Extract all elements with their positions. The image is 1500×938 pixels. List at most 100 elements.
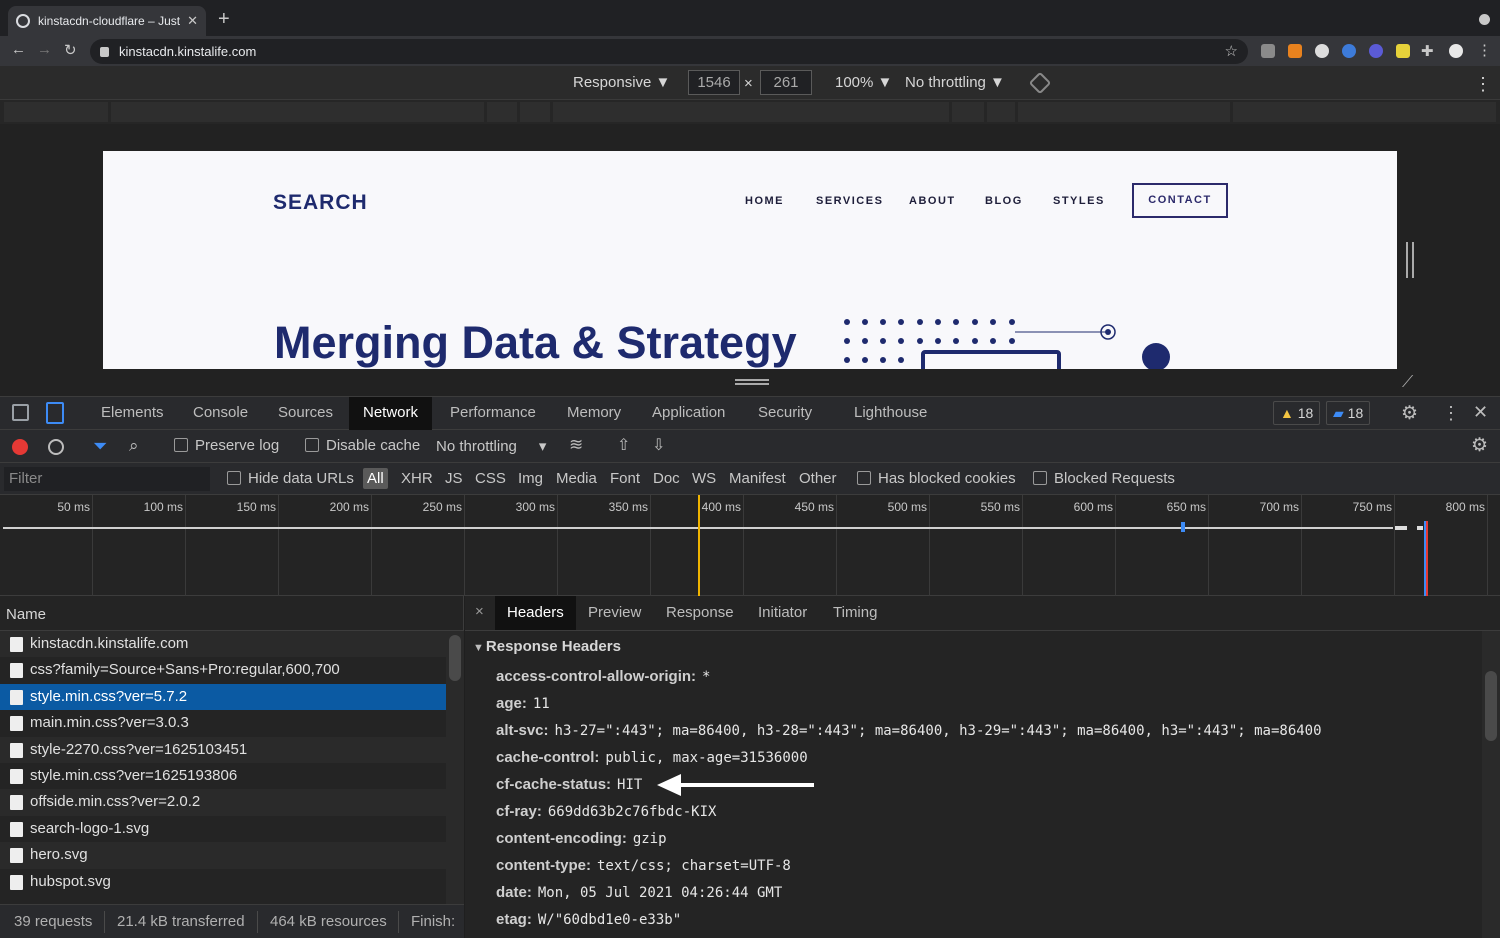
tab-lighthouse[interactable]: Lighthouse <box>840 397 941 430</box>
filter-doc[interactable]: Doc <box>653 470 680 487</box>
scrollbar-thumb[interactable] <box>449 635 461 681</box>
nav-styles[interactable]: STYLES <box>1053 195 1105 207</box>
network-conditions-icon[interactable]: ≋ <box>569 435 583 455</box>
network-throttling-dropdown[interactable]: No throttling ▾ <box>436 437 546 455</box>
grammarly-extension-icon[interactable] <box>1315 44 1329 58</box>
tab-elements[interactable]: Elements <box>87 397 178 430</box>
filter-img[interactable]: Img <box>518 470 543 487</box>
viewport-resize-handle-bottom[interactable] <box>735 379 769 385</box>
media-query-segment[interactable] <box>111 102 484 122</box>
network-timeline-overview[interactable]: 50 ms 100 ms 150 ms 200 ms 250 ms 300 ms… <box>0 495 1500 596</box>
tab-network[interactable]: Network <box>349 397 433 430</box>
camera-extension-icon[interactable] <box>1261 44 1275 58</box>
close-detail-icon[interactable]: × <box>475 603 484 620</box>
request-row[interactable]: css?family=Source+Sans+Pro:regular,600,7… <box>0 657 446 683</box>
tab-console[interactable]: Console <box>179 397 262 430</box>
request-row[interactable]: kinstacdn.kinstalife.com <box>0 631 446 658</box>
blocked-requests-checkbox[interactable]: Blocked Requests <box>1033 470 1175 487</box>
settings-gear-icon[interactable]: ⚙ <box>1401 402 1418 425</box>
media-query-segment[interactable] <box>553 102 949 122</box>
request-row[interactable]: style-2270.css?ver=1625103451 <box>0 736 446 763</box>
has-blocked-cookies-checkbox[interactable]: Has blocked cookies <box>857 470 1016 487</box>
name-column-header[interactable]: Name <box>0 596 464 631</box>
request-row[interactable]: hero.svg <box>0 842 446 869</box>
new-tab-button[interactable]: + <box>218 8 230 31</box>
request-list-scrollbar[interactable] <box>446 631 464 904</box>
device-toolbar-icon[interactable] <box>46 402 64 424</box>
request-row[interactable]: offside.min.css?ver=2.0.2 <box>0 789 446 816</box>
throttling-dropdown[interactable]: No throttling ▼ <box>905 74 1005 91</box>
nav-blog[interactable]: BLOG <box>985 195 1023 207</box>
tab-preview[interactable]: Preview <box>576 596 653 630</box>
forward-icon[interactable]: → <box>37 41 52 58</box>
request-row[interactable]: hubspot.svg <box>0 869 446 895</box>
tab-performance[interactable]: Performance <box>436 397 550 430</box>
filter-input[interactable]: Filter <box>4 467 210 491</box>
request-row-selected[interactable]: style.min.css?ver=5.7.2 <box>0 683 446 711</box>
filter-all[interactable]: All <box>363 468 388 489</box>
filter-js[interactable]: JS <box>445 470 463 487</box>
contact-button[interactable]: CONTACT <box>1132 183 1228 218</box>
resize-corner-icon[interactable]: ⟋ <box>1402 374 1413 392</box>
tab-sources[interactable]: Sources <box>264 397 347 430</box>
vpn-extension-icon[interactable] <box>1342 44 1356 58</box>
bookmark-star-icon[interactable]: ☆ <box>1225 42 1238 60</box>
browser-tab[interactable]: kinstacdn-cloudflare – Just an... ✕ <box>8 6 206 36</box>
tab-timing[interactable]: Timing <box>821 596 889 630</box>
filter-ws[interactable]: WS <box>692 470 716 487</box>
profile-icon[interactable] <box>1449 44 1463 58</box>
filter-other[interactable]: Other <box>799 470 837 487</box>
devtools-more-icon[interactable]: ⋮ <box>1442 403 1460 424</box>
notes-extension-icon[interactable] <box>1396 44 1410 58</box>
inspect-element-icon[interactable] <box>12 404 29 421</box>
rotate-icon[interactable] <box>1028 71 1052 95</box>
close-tab-icon[interactable]: ✕ <box>187 13 198 29</box>
filter-funnel-icon[interactable]: ⏷ <box>93 436 107 457</box>
scrollbar-thumb[interactable] <box>1485 671 1497 741</box>
media-query-segment[interactable] <box>987 102 1015 122</box>
warnings-badge[interactable]: ▲ 18 <box>1273 401 1321 425</box>
media-query-segment[interactable] <box>520 102 550 122</box>
request-row[interactable]: style.min.css?ver=1625193806 <box>0 763 446 789</box>
device-mode-dropdown[interactable]: Responsive ▼ <box>573 74 670 91</box>
filter-xhr[interactable]: XHR <box>401 470 433 487</box>
export-har-icon[interactable]: ⇩ <box>652 435 665 455</box>
tab-search-icon[interactable] <box>1479 14 1490 25</box>
puzzle-extensions-icon[interactable]: ✚ <box>1421 42 1434 60</box>
menu-kebab-icon[interactable]: ⋮ <box>1477 41 1492 59</box>
hide-data-urls-checkbox[interactable]: Hide data URLs <box>227 470 354 487</box>
media-query-segment[interactable] <box>4 102 108 122</box>
zoom-dropdown[interactable]: 100% ▼ <box>835 74 892 91</box>
media-query-segment[interactable] <box>1233 102 1496 122</box>
media-query-segment[interactable] <box>952 102 984 122</box>
filter-manifest[interactable]: Manifest <box>729 470 786 487</box>
detail-scrollbar[interactable] <box>1482 631 1500 938</box>
request-row[interactable]: search-logo-1.svg <box>0 816 446 842</box>
reload-icon[interactable]: ↻ <box>64 41 77 59</box>
request-row[interactable]: main.min.css?ver=3.0.3 <box>0 710 446 736</box>
tab-security[interactable]: Security <box>744 397 826 430</box>
nav-home[interactable]: HOME <box>745 195 784 207</box>
site-logo[interactable]: SEARCH <box>273 191 368 215</box>
messages-badge[interactable]: ▰ 18 <box>1326 401 1371 425</box>
metamask-extension-icon[interactable] <box>1288 44 1302 58</box>
viewport-height-input[interactable]: 261 <box>760 70 812 95</box>
back-icon[interactable]: ← <box>11 41 26 58</box>
tab-application[interactable]: Application <box>638 397 739 430</box>
tab-response[interactable]: Response <box>654 596 746 630</box>
tab-memory[interactable]: Memory <box>553 397 635 430</box>
tab-headers[interactable]: Headers <box>495 596 576 630</box>
extension-icon[interactable] <box>1369 44 1383 58</box>
media-query-segment[interactable] <box>487 102 517 122</box>
close-devtools-icon[interactable]: ✕ <box>1473 402 1488 423</box>
search-icon[interactable]: ⌕ <box>129 436 139 456</box>
import-har-icon[interactable]: ⇧ <box>617 435 630 455</box>
preserve-log-checkbox[interactable]: Preserve log <box>174 437 279 454</box>
device-more-icon[interactable]: ⋮ <box>1474 74 1492 95</box>
response-headers-section[interactable]: ▼ Response Headers <box>473 638 621 655</box>
filter-media[interactable]: Media <box>556 470 597 487</box>
nav-about[interactable]: ABOUT <box>909 195 956 207</box>
clear-icon[interactable] <box>48 439 64 455</box>
tab-initiator[interactable]: Initiator <box>746 596 819 630</box>
address-bar[interactable]: kinstacdn.kinstalife.com ☆ <box>90 39 1248 64</box>
